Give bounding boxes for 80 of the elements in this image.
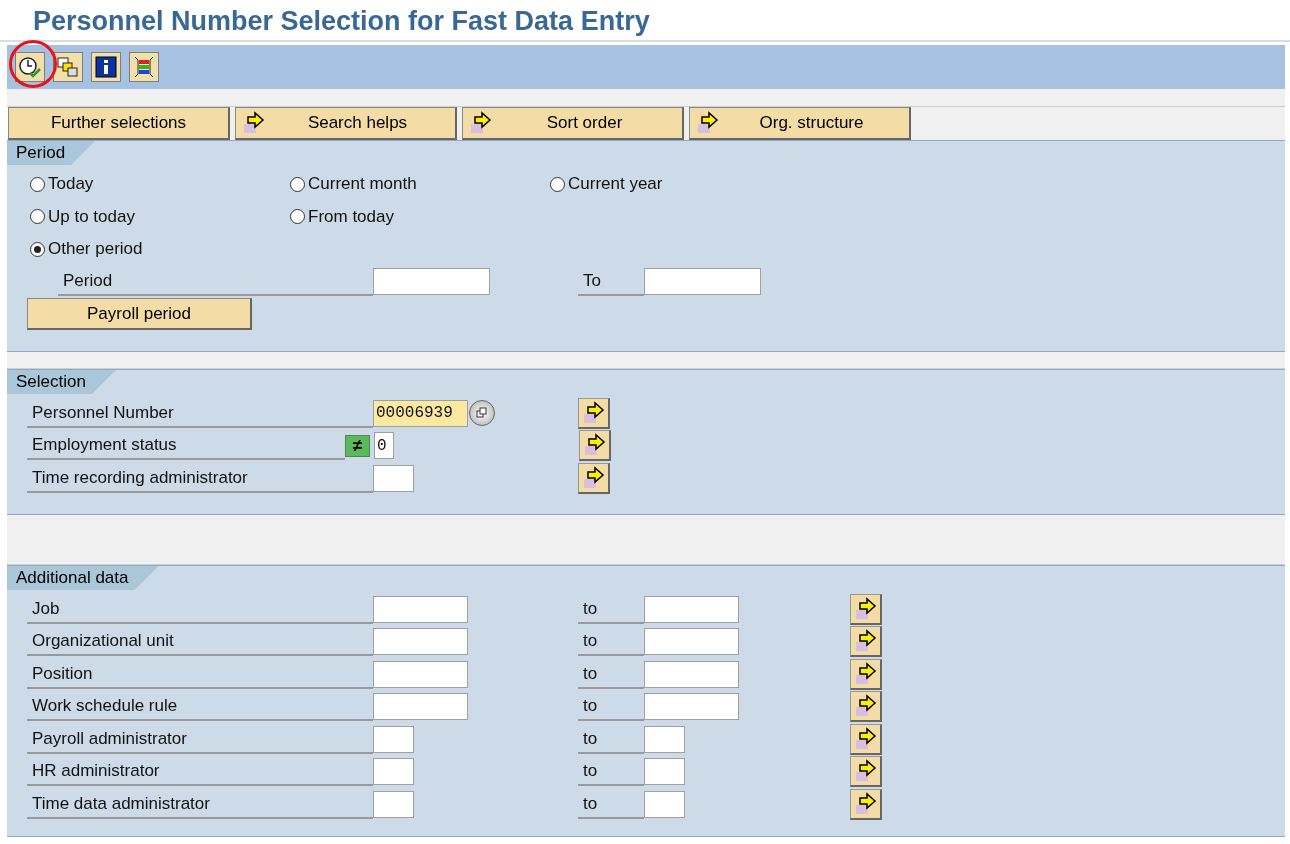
field-label: Time recording administrator: [27, 463, 373, 493]
arrow-icon: [581, 465, 606, 490]
arrow-icon: [853, 596, 878, 621]
field-label: Employment status: [27, 431, 345, 460]
input-field[interactable]: [373, 758, 414, 786]
multiple-selection-button[interactable]: [850, 723, 882, 755]
arrow-icon: [853, 759, 878, 784]
operator-icon[interactable]: ≠: [345, 434, 370, 457]
multiple-selection-button[interactable]: [850, 788, 882, 820]
radio-label: From today: [308, 206, 394, 227]
multiple-selection-button[interactable]: [579, 430, 611, 462]
input-field[interactable]: [373, 628, 468, 656]
radio-button[interactable]: [30, 209, 45, 225]
arrow-icon: [853, 629, 878, 654]
radio-button[interactable]: [550, 176, 565, 192]
toolbar-button[interactable]: [15, 52, 45, 82]
input-field[interactable]: [373, 660, 468, 688]
input-field[interactable]: [373, 595, 468, 623]
arrow-icon: [581, 400, 606, 425]
arrow-icon: [853, 726, 878, 751]
input-field[interactable]: [644, 725, 685, 753]
input-field[interactable]: [373, 725, 414, 753]
input-field[interactable]: [373, 790, 414, 818]
multiple-selection-button[interactable]: [850, 626, 882, 658]
windows-icon: [476, 407, 488, 420]
arrow-icon: [582, 433, 607, 458]
radio-label: Current year: [568, 174, 663, 195]
field-label: HR administrator: [27, 757, 373, 786]
multiple-selection-button[interactable]: [850, 756, 882, 788]
arrow-icon: [242, 111, 266, 135]
field-label: Position: [27, 659, 373, 689]
info-icon: [94, 55, 118, 79]
input-field[interactable]: [373, 464, 414, 492]
payroll-period-button[interactable]: Payroll period: [27, 298, 252, 331]
search-help-button[interactable]: [469, 400, 495, 427]
input-field[interactable]: [373, 268, 490, 296]
multiple-selection-button[interactable]: [578, 397, 610, 429]
colored-bars-icon: [132, 55, 156, 79]
input-field[interactable]: 00006939: [373, 399, 468, 427]
radio-label: Other period: [48, 239, 143, 260]
radio-button[interactable]: [30, 241, 45, 257]
arrow-icon: [469, 111, 493, 135]
tab-button[interactable]: Sort order: [462, 107, 684, 140]
arrow-icon: [853, 791, 878, 816]
field-label: Organizational unit: [27, 627, 373, 656]
page-title: Personnel Number Selection for Fast Data Entry: [0, 0, 1290, 42]
stacked-windows-icon: [56, 55, 80, 79]
multiple-selection-button[interactable]: [850, 593, 882, 625]
toolbar-button[interactable]: [91, 52, 121, 82]
field-label: Work schedule rule: [27, 692, 373, 721]
input-field[interactable]: [644, 660, 739, 688]
field-label: Personnel Number: [27, 398, 373, 428]
multiple-selection-button[interactable]: [850, 691, 882, 723]
radio-label: Today: [48, 174, 94, 195]
input-field[interactable]: [644, 628, 739, 656]
radio-label: Up to today: [48, 206, 135, 227]
radio-button[interactable]: [30, 176, 45, 192]
clock-check-icon: [18, 55, 42, 79]
field-label: Job: [27, 594, 373, 624]
radio-button[interactable]: [290, 209, 305, 225]
tab-button[interactable]: Org. structure: [689, 107, 911, 140]
input-field[interactable]: [644, 595, 739, 623]
multiple-selection-button[interactable]: [578, 462, 610, 494]
input-field[interactable]: [644, 268, 761, 296]
field-label: Time data administrator: [27, 789, 373, 819]
radio-label: Current month: [308, 174, 417, 195]
radio-button[interactable]: [290, 176, 305, 192]
field-label: Payroll administrator: [27, 724, 373, 754]
field-label: Period: [58, 267, 373, 296]
tab-button[interactable]: Further selections: [8, 107, 230, 140]
arrow-icon: [853, 661, 878, 686]
input-field[interactable]: [644, 790, 685, 818]
arrow-icon: [696, 111, 720, 135]
input-field[interactable]: [373, 693, 468, 721]
input-field[interactable]: [644, 693, 739, 721]
arrow-icon: [853, 694, 878, 719]
input-field[interactable]: [644, 758, 685, 786]
tab-button[interactable]: Search helps: [235, 107, 457, 140]
input-field[interactable]: 0: [374, 432, 394, 460]
multiple-selection-button[interactable]: [850, 658, 882, 690]
